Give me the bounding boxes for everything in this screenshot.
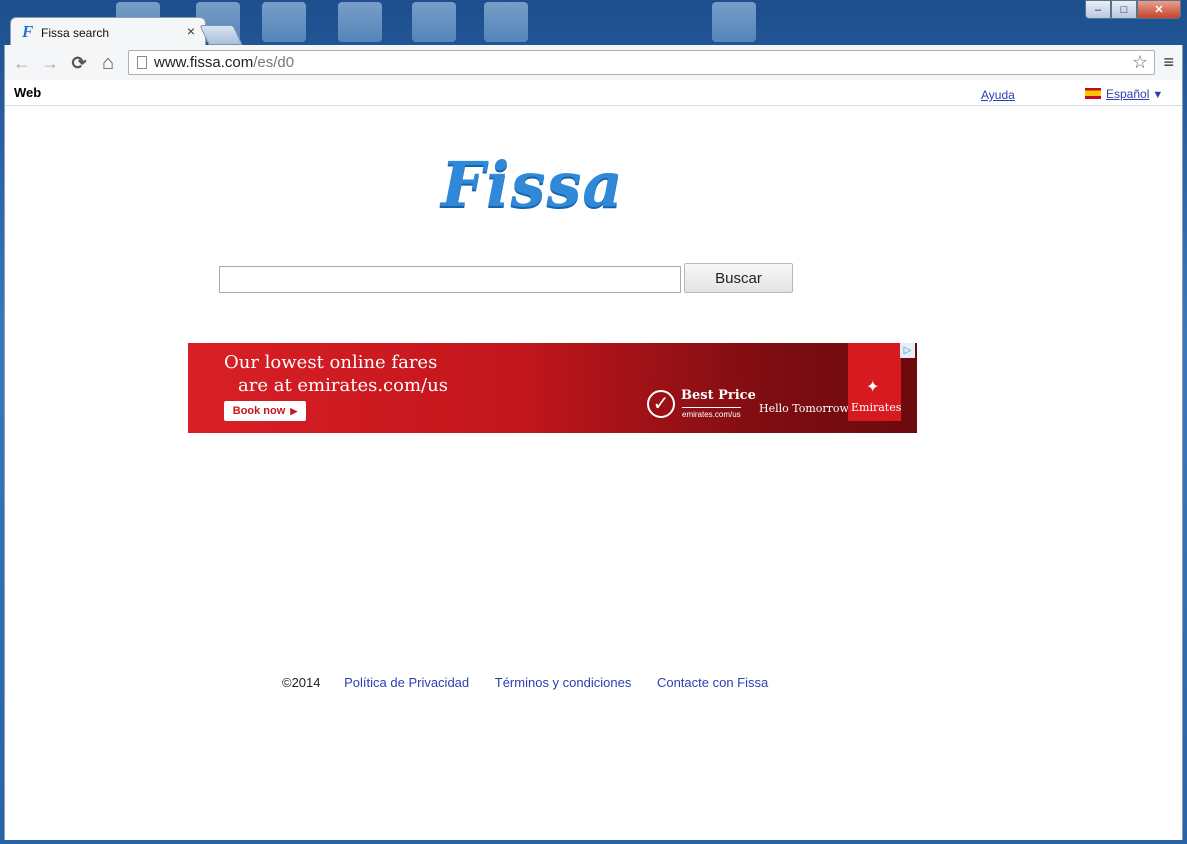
terms-link[interactable]: Términos y condiciones [495,675,632,690]
home-icon[interactable]: ⌂ [97,52,119,74]
ad-book-now-button[interactable]: Book now ▶ [224,401,306,421]
web-tab[interactable]: Web [14,85,41,100]
ad-choices-icon[interactable]: ▷ [900,343,915,358]
ad-headline-line1: Our lowest online fares [224,352,438,373]
bookmark-star-icon[interactable]: ☆ [1132,52,1148,73]
browser-menu-icon[interactable]: ≡ [1163,52,1174,73]
url-text: www.fissa.com/es/d0 [154,54,294,71]
tab-close-icon[interactable]: × [187,23,195,39]
dropdown-arrow-icon: ▼ [1152,89,1164,101]
language-selector[interactable]: Español ▼ [1085,87,1163,101]
forward-arrow-icon[interactable]: → [39,52,61,74]
minimize-button[interactable]: – [1085,0,1111,19]
ad-tagline: Hello Tomorrow [759,402,849,415]
browser-window: F Fissa search × – □ ✕ ← → ⟳ ⌂ www.fissa… [0,0,1187,844]
copyright: ©2014 [282,675,321,690]
emirates-emblem-icon: ✦ [866,379,880,396]
help-link[interactable]: Ayuda [981,88,1015,102]
contact-link[interactable]: Contacte con Fissa [657,675,768,690]
back-arrow-icon[interactable]: ← [11,52,33,74]
url-path: /es/d0 [253,54,295,71]
search-input[interactable] [219,266,681,293]
close-window-button[interactable]: ✕ [1137,0,1181,19]
top-bar: Web Ayuda Español ▼ [5,80,1182,106]
browser-toolbar: ← → ⟳ ⌂ www.fissa.com/es/d0 ☆ ≡ [4,45,1183,80]
emirates-brand: Emirates [851,401,902,414]
play-arrow-icon: ▶ [290,405,298,416]
fissa-logo: Fissa [441,148,624,221]
fissa-favicon-icon: F [22,22,34,41]
emirates-logo: ✦ Emirates [848,343,901,421]
page-content: Web Ayuda Español ▼ Fissa Buscar Our lowe… [4,80,1183,840]
ad-best-price-url: emirates.com/us [682,407,741,419]
tab-strip: F Fissa search × – □ ✕ [0,0,1187,46]
ad-headline: Our lowest online fares are at emirates.… [224,351,448,397]
maximize-button[interactable]: □ [1111,0,1137,19]
url-host: www.fissa.com [154,54,254,71]
ad-banner[interactable]: Our lowest online fares are at emirates.… [188,343,917,433]
tab-title: Fissa search [41,26,110,40]
ad-cta-label: Book now [232,405,286,417]
page-icon [137,56,147,69]
spain-flag-icon [1085,88,1101,99]
language-label: Español [1106,87,1150,101]
tab-fissa-search[interactable]: F Fissa search × [10,17,206,46]
reload-icon[interactable]: ⟳ [68,52,90,74]
search-button[interactable]: Buscar [684,263,793,293]
window-controls: – □ ✕ [1085,0,1181,20]
ad-best-price-label: Best Price [681,388,756,403]
footer: ©2014 Política de Privacidad Términos y … [282,675,768,690]
check-circle-icon: ✓ [647,390,675,418]
privacy-policy-link[interactable]: Política de Privacidad [344,675,469,690]
address-bar[interactable]: www.fissa.com/es/d0 ☆ [128,50,1155,75]
ad-headline-line2: are at emirates.com/us [238,375,448,396]
